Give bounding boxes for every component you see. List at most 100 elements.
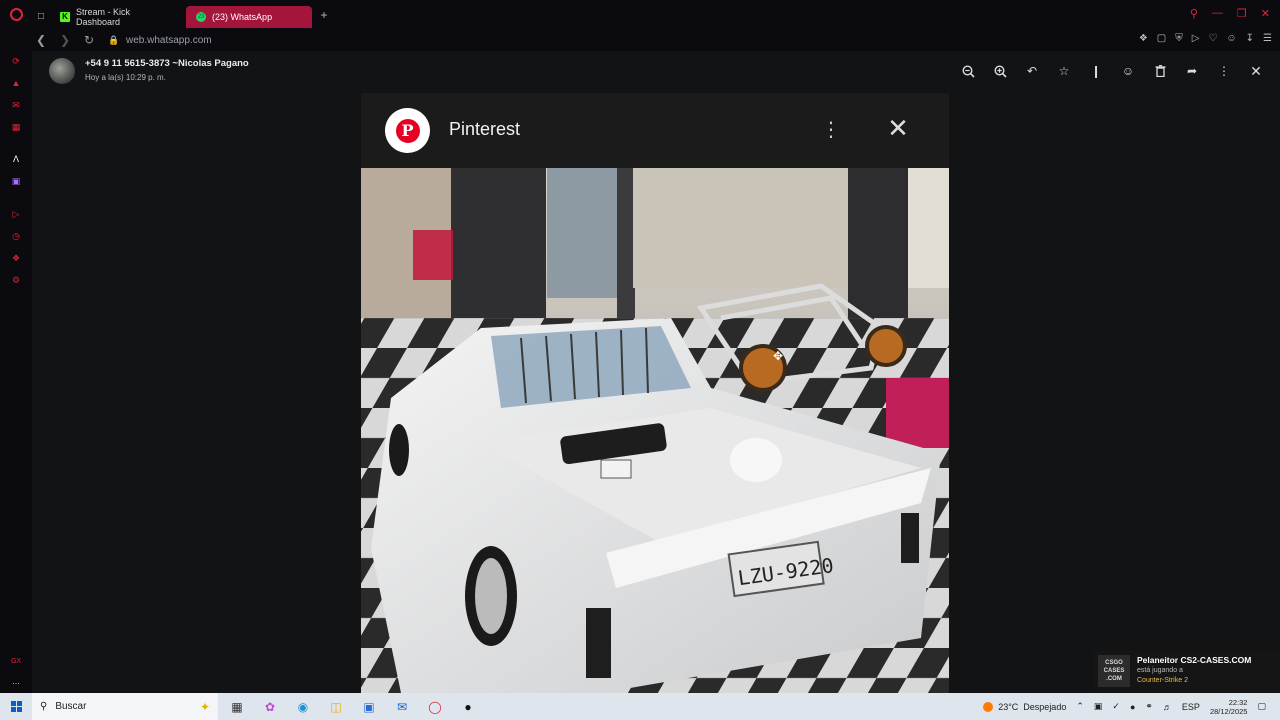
address-bar: ❮ ❯ ↻ 🔒 web.whatsapp.com ❖ ▢ ⛨ ▷ ♡ ☺ ↧ ☰ [0, 29, 1280, 51]
csgo-cases-logo: CSGO CASES .COM [1098, 655, 1130, 687]
notification-title: Pelaneitor CS2-CASES.COM [1137, 655, 1252, 665]
zoom-in-icon[interactable] [992, 63, 1008, 79]
task-view-icon[interactable]: ▦ [223, 693, 251, 720]
heart-icon[interactable]: ♡ [1208, 33, 1217, 44]
page-icon: □ [38, 11, 45, 22]
browser-tab-strip: □ K Stream - Kick Dashboard 23 (23) What… [0, 0, 1280, 29]
player-icon[interactable]: ▷ [1192, 33, 1200, 44]
browser-sidebar: ⟳ ▲ ✉ ▦ Λ ▣ ▷ ◷ ❖ ⚙ GX ... [0, 51, 32, 693]
windows-logo-icon [10, 701, 22, 712]
extensions-icon[interactable]: ❖ [10, 252, 22, 264]
notifications-icon[interactable]: ▢ [1257, 701, 1266, 712]
store-icon[interactable]: ▣ [355, 693, 383, 720]
outlook-icon[interactable]: ✉ [388, 693, 416, 720]
tab-strip-menu-button[interactable]: □ [32, 6, 50, 28]
lock-icon: 🔒 [108, 34, 120, 45]
close-icon[interactable]: ✕ [1248, 63, 1264, 79]
notification-game: Counter-Strike 2 [1137, 677, 1188, 684]
whatsapp-favicon-icon: 23 [196, 11, 207, 22]
download-icon[interactable]: ↧ [1246, 33, 1254, 44]
more-sidebar-icon[interactable]: ... [10, 675, 22, 687]
forward-button[interactable]: ❯ [56, 31, 74, 49]
sender-time: Hoy a la(s) 10:29 p. m. [85, 73, 166, 82]
kick-favicon-icon: K [60, 11, 70, 22]
pinterest-header: P Pinterest ⋮ ✕ [361, 93, 949, 168]
tray-app-icon[interactable]: ▣ [1094, 701, 1103, 712]
media-viewer: +54 9 11 5615-3873 ~Nicolas Pagano Hoy a… [32, 51, 1280, 693]
zoom-out-icon[interactable] [960, 63, 976, 79]
snapshot-icon[interactable]: ▢ [1157, 33, 1166, 44]
pin-tab-icon[interactable]: ❖ [1139, 33, 1148, 44]
system-tray: 23°C Despejado ⌃ ▣ ✓ ● ⚭ ♬ ESP 22:32 28/… [983, 693, 1280, 720]
search-tabs-icon[interactable]: ⚲ [1190, 7, 1198, 20]
minimize-icon[interactable]: — [1212, 7, 1223, 20]
restore-icon[interactable]: ❐ [1237, 7, 1247, 20]
sender-name: +54 9 11 5615-3873 ~Nicolas Pagano [85, 58, 249, 69]
gx-icon[interactable]: GX [10, 655, 22, 667]
notification-subtitle: está jugando a [1137, 667, 1183, 674]
more-vertical-icon: ⋮ [821, 119, 841, 141]
move-cursor-icon: ✥ [773, 349, 784, 363]
copilot-icon[interactable]: ✿ [256, 693, 284, 720]
pinboard-icon[interactable]: ▦ [10, 121, 22, 133]
reload-button[interactable]: ↻ [80, 31, 98, 49]
tab-label: Stream - Kick Dashboard [76, 6, 131, 27]
game-activity-notification[interactable]: CSGO CASES .COM Pelaneitor CS2-CASES.COM… [1094, 650, 1280, 692]
media-image[interactable]: P Pinterest ⋮ ✕ LZU-9220 [361, 93, 949, 693]
avatar[interactable] [49, 58, 75, 84]
close-window-icon[interactable]: ✕ [1261, 7, 1270, 20]
opera-menu-button[interactable] [0, 0, 32, 29]
temperature: 23°C [998, 701, 1019, 712]
settings-icon[interactable]: ⚙ [10, 274, 22, 286]
trash-icon[interactable] [1152, 63, 1168, 79]
forward-icon[interactable]: ➦ [1184, 63, 1200, 79]
volume-icon[interactable]: ♬ [1163, 702, 1172, 712]
viewer-toolbar: ↶ ☆ ❙ ☺ ➦ ⋮ ✕ [960, 63, 1264, 79]
pinterest-logo-icon: P [385, 108, 430, 153]
new-tab-button[interactable]: + [316, 7, 332, 23]
language-indicator[interactable]: ESP [1182, 702, 1200, 712]
reply-icon[interactable]: ↶ [1024, 63, 1040, 79]
kick-sidebar-icon[interactable]: Λ [10, 153, 22, 165]
chevron-up-icon[interactable]: ⌃ [1076, 701, 1084, 712]
player-sidebar-icon[interactable]: ▷ [10, 208, 22, 220]
opera-logo-icon [9, 8, 23, 21]
taskbar-search[interactable]: ⚲ Buscar ✦ [32, 693, 218, 720]
app-taskbar-icon[interactable]: ● [454, 693, 482, 720]
edge-icon[interactable]: ◉ [289, 693, 317, 720]
start-button[interactable] [0, 693, 32, 720]
messenger-icon[interactable]: ✉ [10, 99, 22, 111]
shield-icon[interactable]: ⛨ [1175, 33, 1183, 44]
weather-icon [983, 701, 994, 712]
windows-taskbar: ⚲ Buscar ✦ ▦ ✿ ◉ ◫ ▣ ✉ ◯ ● 23°C Despejad… [0, 693, 1280, 720]
aria-icon[interactable]: ⟳ [10, 55, 22, 67]
search-placeholder: Buscar [55, 701, 87, 712]
weather-condition: Despejado [1023, 701, 1067, 712]
search-icon: ⚲ [40, 701, 48, 712]
clock[interactable]: 22:32 28/12/2025 [1210, 698, 1248, 716]
weather-widget[interactable]: 23°C Despejado [983, 701, 1067, 712]
emoji-icon[interactable]: ☺ [1120, 63, 1136, 79]
microphone-icon[interactable]: ● [1130, 702, 1135, 712]
account-icon[interactable]: ☺ [1226, 33, 1236, 44]
workspace-icon[interactable]: ▲ [10, 77, 22, 89]
pinterest-title: Pinterest [449, 119, 521, 139]
tab-label: (23) WhatsApp [212, 11, 273, 22]
tab-whatsapp[interactable]: 23 (23) WhatsApp [186, 5, 313, 28]
url-field[interactable]: web.whatsapp.com [126, 35, 212, 46]
file-explorer-icon[interactable]: ◫ [322, 693, 350, 720]
history-icon[interactable]: ◷ [10, 230, 22, 242]
back-button[interactable]: ❮ [32, 31, 50, 49]
tab-kick-dashboard[interactable]: K Stream - Kick Dashboard [50, 6, 186, 28]
twitch-icon[interactable]: ▣ [10, 175, 22, 187]
copilot-sparkle-icon: ✦ [199, 699, 210, 714]
pinterest-close-icon: ✕ [887, 113, 909, 143]
network-icon[interactable]: ⚭ [1145, 701, 1153, 712]
easy-setup-icon[interactable]: ☰ [1263, 33, 1272, 44]
star-icon[interactable]: ☆ [1056, 63, 1072, 79]
pickup-truck-photo: LZU-9220 [361, 168, 949, 693]
pin-icon[interactable]: ❙ [1088, 63, 1104, 79]
opera-gx-taskbar-icon[interactable]: ◯ [421, 693, 449, 720]
tray-app-icon-2[interactable]: ✓ [1112, 701, 1120, 712]
more-icon[interactable]: ⋮ [1216, 63, 1232, 79]
